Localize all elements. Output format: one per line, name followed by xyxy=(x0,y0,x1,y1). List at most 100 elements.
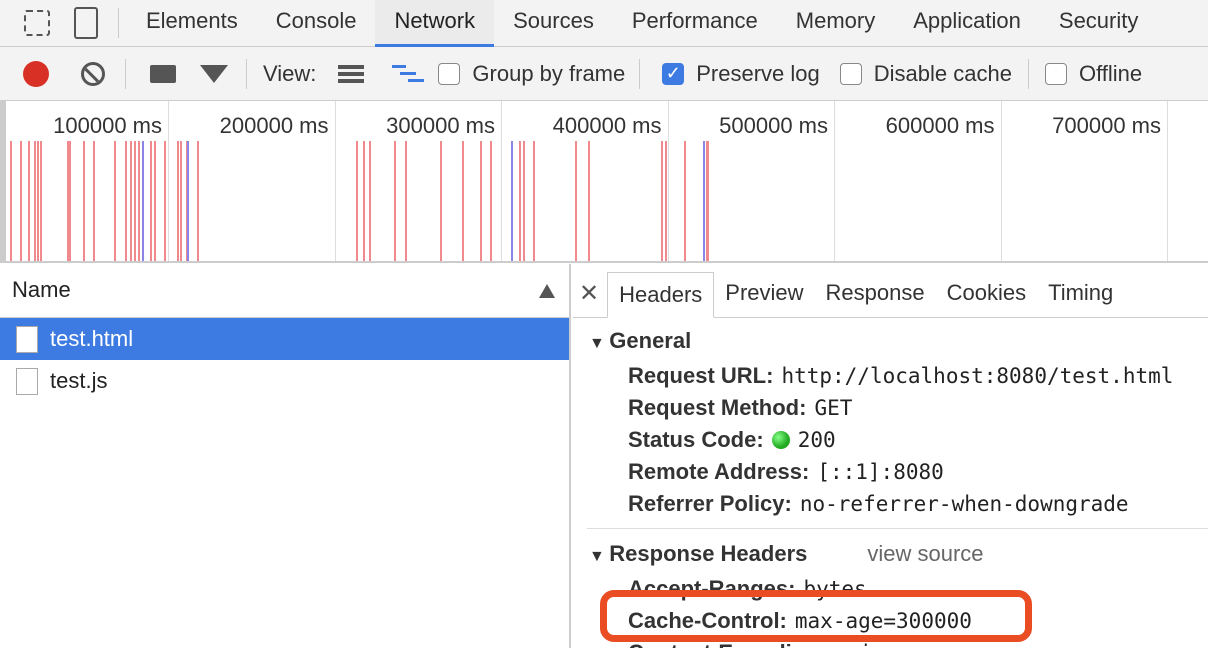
document-icon xyxy=(16,368,38,395)
record-icon[interactable] xyxy=(23,60,49,87)
close-icon[interactable]: ✕ xyxy=(573,271,607,317)
waterfall-view-icon[interactable] xyxy=(392,64,425,83)
request-marker xyxy=(69,141,71,261)
tab-application[interactable]: Application xyxy=(894,0,1040,47)
request-row[interactable]: test.html xyxy=(0,318,569,360)
preserve-log-checkbox[interactable]: ✓ xyxy=(662,62,685,85)
header-row: Remote Address: [::1]:8080 xyxy=(573,456,1208,488)
request-name: test.js xyxy=(50,368,108,393)
request-marker xyxy=(180,141,182,261)
request-marker xyxy=(575,141,577,261)
offline-label: Offline xyxy=(1078,60,1143,86)
request-marker xyxy=(706,141,708,261)
request-marker xyxy=(138,141,140,261)
header-value: http://localhost:8080/test.html xyxy=(781,364,1174,388)
view-label: View: xyxy=(263,60,317,86)
status-ok-icon xyxy=(771,431,790,449)
header-row: Status Code: 200 xyxy=(573,424,1208,456)
request-marker-blue xyxy=(703,141,705,261)
preserve-log-label: Preserve log xyxy=(696,60,820,86)
request-name: test.html xyxy=(50,326,134,351)
group-by-frame-checkbox[interactable] xyxy=(438,62,461,85)
request-marker xyxy=(661,141,663,261)
device-toolbar-icon[interactable] xyxy=(74,7,98,39)
tab-network[interactable]: Network xyxy=(375,0,495,47)
header-value: [::1]:8080 xyxy=(817,460,944,484)
request-marker xyxy=(369,141,371,261)
highlight-annotation xyxy=(600,590,1032,642)
header-name: Request URL: xyxy=(628,363,774,388)
header-name: Remote Address: xyxy=(628,459,810,484)
request-marker xyxy=(114,141,116,261)
tab-performance[interactable]: Performance xyxy=(613,0,777,47)
request-row[interactable]: test.js xyxy=(0,360,569,402)
view-source-link[interactable]: view source xyxy=(867,541,983,566)
sort-ascending-icon xyxy=(539,284,555,298)
request-marker xyxy=(125,141,127,261)
name-column-label: Name xyxy=(12,277,71,302)
request-marker xyxy=(197,141,199,261)
tab-console[interactable]: Console xyxy=(257,0,376,47)
header-name: Status Code: xyxy=(628,427,764,452)
camera-icon[interactable] xyxy=(150,64,176,83)
header-row: Request Method: GET xyxy=(573,392,1208,424)
request-marker xyxy=(177,141,179,261)
network-toolbar: View: Group by frame ✓ Preserve log Disab… xyxy=(0,47,1208,101)
request-marker xyxy=(34,141,36,261)
offline-checkbox[interactable] xyxy=(1044,62,1067,85)
header-row: Referrer Policy: no-referrer-when-downgra… xyxy=(573,488,1208,520)
header-value: 200 xyxy=(797,428,836,452)
tab-security[interactable]: Security xyxy=(1040,0,1157,47)
section-title: Response Headers xyxy=(609,541,808,566)
inspect-icon[interactable] xyxy=(24,10,50,36)
network-overview-timeline[interactable]: 100000 ms 200000 ms 300000 ms 400000 ms 5000… xyxy=(0,101,1208,263)
filter-icon[interactable] xyxy=(200,64,228,83)
tab-response[interactable]: Response xyxy=(815,271,936,317)
tab-sources[interactable]: Sources xyxy=(494,0,613,47)
request-marker xyxy=(83,141,85,261)
response-headers-section-toggle[interactable]: ▼ Response Headers view source xyxy=(573,535,1208,573)
divider xyxy=(125,58,126,89)
request-marker xyxy=(480,141,482,261)
general-section-toggle[interactable]: ▼ General xyxy=(573,322,1208,360)
request-marker xyxy=(93,141,95,261)
timeline-tick-label: 400000 ms xyxy=(552,113,662,138)
header-value: GET xyxy=(814,396,853,420)
disable-cache-checkbox[interactable] xyxy=(839,62,862,85)
tab-preview[interactable]: Preview xyxy=(714,271,814,317)
timeline-tick-label: 200000 ms xyxy=(219,113,329,138)
header-row: Request URL: http://localhost:8080/test.h… xyxy=(573,360,1208,392)
request-marker xyxy=(164,141,166,261)
request-marker xyxy=(130,141,132,261)
tab-cookies[interactable]: Cookies xyxy=(936,271,1037,317)
request-marker xyxy=(490,141,492,261)
devtools-tabs: Elements Console Network Sources Perform… xyxy=(0,0,1208,47)
request-marker xyxy=(37,141,39,261)
group-by-frame-label: Group by frame xyxy=(472,60,626,86)
clear-icon[interactable] xyxy=(81,61,105,86)
divider xyxy=(1027,58,1029,89)
request-marker xyxy=(684,141,686,261)
tab-timing[interactable]: Timing xyxy=(1037,271,1124,317)
request-marker xyxy=(533,141,535,261)
detail-tabs: ✕ Headers Preview Response Cookies Timin… xyxy=(573,264,1208,318)
name-column-header[interactable]: Name xyxy=(0,264,569,318)
request-marker xyxy=(10,141,12,261)
timeline-tick-label: 500000 ms xyxy=(719,113,828,138)
tab-headers[interactable]: Headers xyxy=(607,272,715,318)
request-marker xyxy=(154,141,156,261)
list-view-icon[interactable] xyxy=(338,64,365,83)
request-marker xyxy=(134,141,136,261)
section-title: General xyxy=(609,328,692,353)
divider xyxy=(639,58,641,89)
request-marker xyxy=(523,141,525,261)
header-name: Request Method: xyxy=(628,395,807,420)
request-marker-blue xyxy=(511,141,513,261)
disable-cache-label: Disable cache xyxy=(873,60,1012,86)
tab-memory[interactable]: Memory xyxy=(777,0,894,47)
tab-elements[interactable]: Elements xyxy=(127,0,257,47)
timeline-gridline xyxy=(1167,101,1168,261)
divider xyxy=(118,8,119,38)
document-icon xyxy=(16,326,38,353)
request-marker xyxy=(588,141,590,261)
